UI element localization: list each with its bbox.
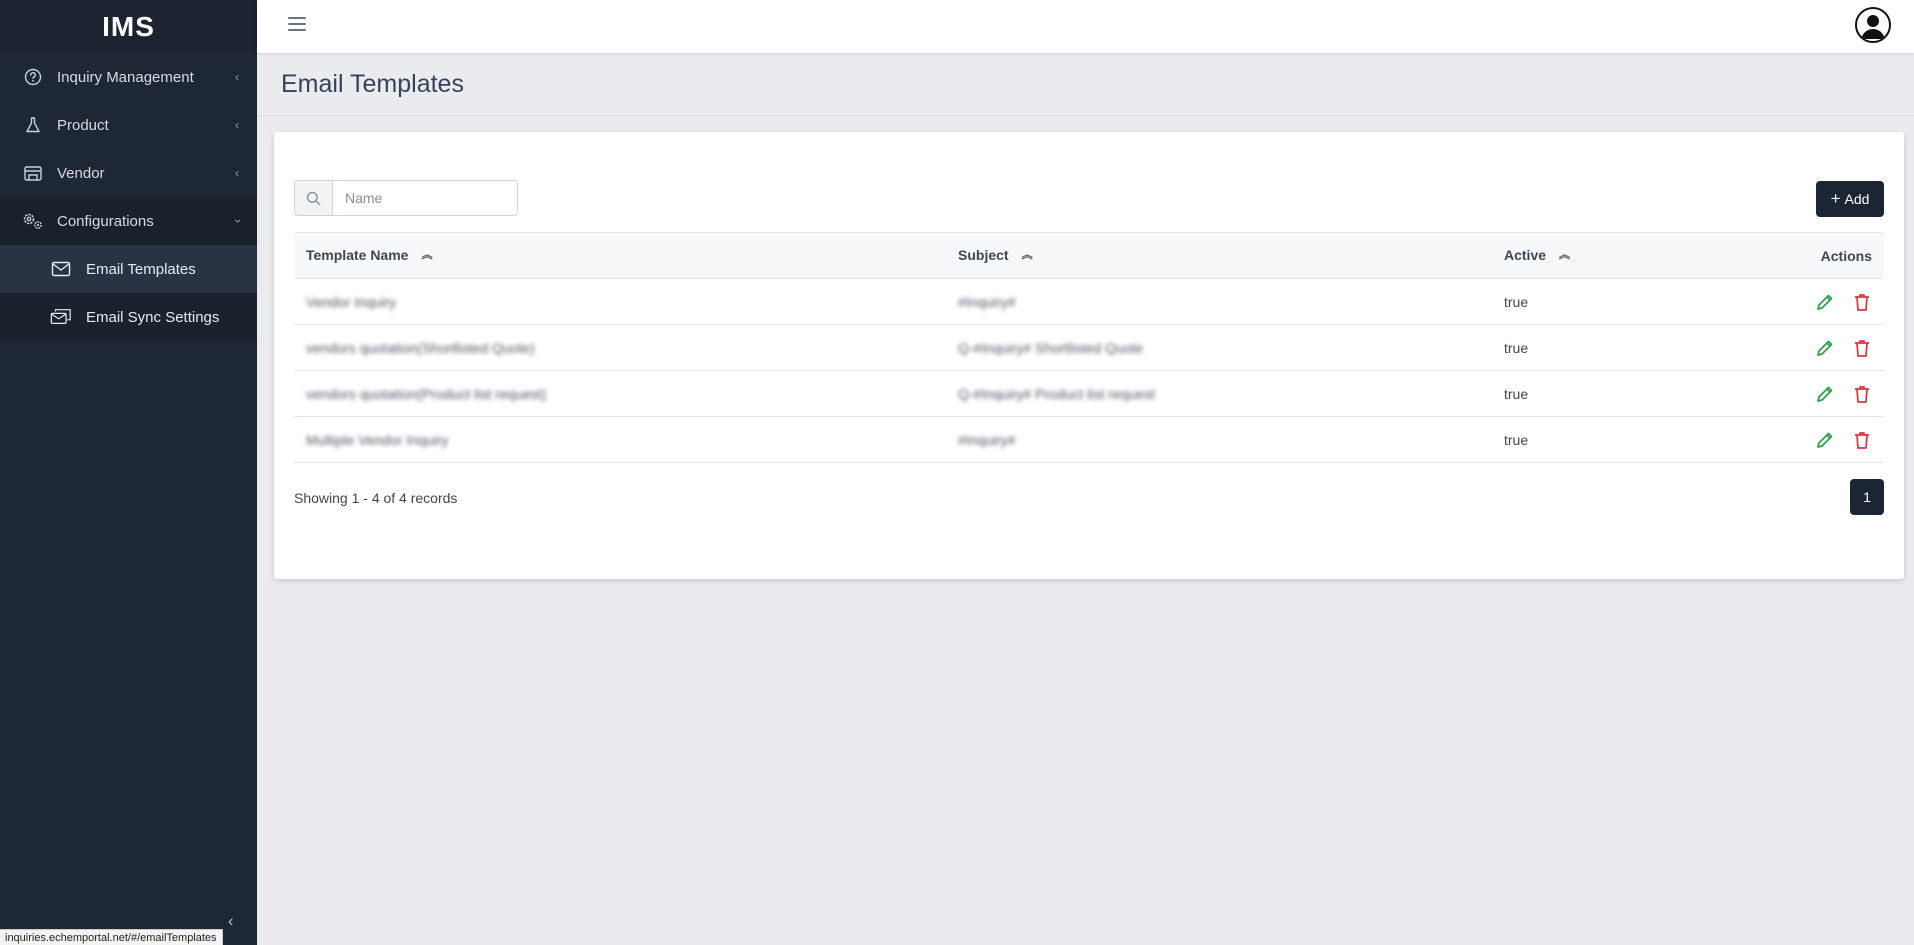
cell-subject: #Inquiry#: [958, 293, 1016, 310]
search-icon: [295, 181, 333, 215]
sidebar-item-label: Vendor: [57, 164, 105, 182]
add-button[interactable]: + Add: [1816, 181, 1884, 217]
search-input[interactable]: [333, 181, 513, 215]
cell-actions: [1742, 371, 1884, 417]
table-row: Multiple Vendor Inquiry #Inquiry# true: [294, 417, 1884, 463]
status-url: inquiries.echemportal.net/#/emailTemplat…: [0, 929, 223, 945]
edit-pencil-icon[interactable]: [1813, 336, 1837, 360]
cell-template-name: Vendor Inquiry: [306, 293, 397, 310]
sidebar-subitem-email-templates[interactable]: Email Templates: [0, 245, 257, 293]
delete-trash-icon[interactable]: [1850, 382, 1874, 406]
column-header-subject[interactable]: Subject ︽: [946, 233, 1492, 279]
column-header-template-name[interactable]: Template Name ︽: [294, 233, 946, 279]
cell-subject: Q-#Inquiry# Product list request: [958, 385, 1155, 402]
sort-icon[interactable]: ︽: [1559, 246, 1570, 262]
table-row: Vendor Inquiry #Inquiry# true: [294, 279, 1884, 325]
question-circle-icon: [22, 66, 44, 88]
cell-active: true: [1504, 293, 1529, 310]
chevron-down-icon: ‹: [230, 219, 244, 223]
table-row: vendors quotation(Shortlisted Quote) Q-#…: [294, 325, 1884, 371]
delete-trash-icon[interactable]: [1850, 336, 1874, 360]
cell-template-name: vendors quotation(Shortlisted Quote): [306, 339, 535, 356]
delete-trash-icon[interactable]: [1850, 290, 1874, 314]
templates-table: Template Name ︽ Subject ︽ Active ︽ Actions …: [294, 232, 1884, 463]
topbar: [257, 0, 1914, 53]
table-row: vendors quotation(Product list request) …: [294, 371, 1884, 417]
cell-actions: [1742, 417, 1884, 463]
table-header-row: Template Name ︽ Subject ︽ Active ︽ Actions: [294, 232, 1884, 279]
cell-subject: Q-#Inquiry# Shortlisted Quote: [958, 339, 1144, 356]
store-icon: [22, 162, 44, 184]
chevron-left-icon: ‹: [235, 166, 239, 180]
cell-subject: #Inquiry#: [958, 431, 1016, 448]
sidebar-item-label: Configurations: [57, 212, 154, 230]
divider: [257, 115, 1914, 116]
chevron-left-icon: ‹: [235, 70, 239, 84]
cell-actions: [1742, 325, 1884, 371]
records-count: Showing 1 - 4 of 4 records: [294, 490, 458, 506]
collapse-sidebar-icon[interactable]: ‹: [228, 913, 233, 931]
cell-active: true: [1504, 385, 1529, 402]
page-title: Email Templates: [281, 70, 464, 98]
sidebar-subitem-email-sync-settings[interactable]: Email Sync Settings: [0, 293, 257, 341]
cell-template-name: Multiple Vendor Inquiry: [306, 431, 449, 448]
brand-logo[interactable]: IMS: [0, 0, 257, 53]
sort-icon[interactable]: ︽: [421, 246, 432, 262]
cell-active: true: [1504, 431, 1529, 448]
edit-pencil-icon[interactable]: [1813, 428, 1837, 452]
plus-icon: +: [1830, 189, 1841, 208]
flask-icon: [22, 114, 44, 136]
sidebar-subitem-label: Email Templates: [86, 260, 196, 278]
column-header-actions: Actions: [1820, 247, 1872, 264]
sidebar: IMS Inquiry Management ‹ Product ‹ Vendo…: [0, 0, 257, 945]
sort-icon[interactable]: ︽: [1022, 246, 1033, 262]
cell-active: true: [1504, 339, 1529, 356]
search-box: [294, 180, 518, 216]
user-avatar-icon[interactable]: [1855, 7, 1891, 43]
sidebar-subitem-label: Email Sync Settings: [86, 308, 220, 326]
sidebar-item-label: Product: [57, 116, 109, 134]
delete-trash-icon[interactable]: [1850, 428, 1874, 452]
edit-pencil-icon[interactable]: [1813, 382, 1837, 406]
chevron-left-icon: ‹: [235, 118, 239, 132]
cell-actions: [1742, 279, 1884, 325]
pagination-page-1[interactable]: 1: [1850, 479, 1884, 515]
column-header-active[interactable]: Active ︽: [1492, 233, 1742, 279]
add-button-label: Add: [1844, 191, 1870, 207]
gears-icon: [22, 210, 44, 232]
sidebar-item-configurations[interactable]: Configurations ‹: [0, 197, 257, 245]
cell-template-name: vendors quotation(Product list request): [306, 385, 547, 402]
sidebar-item-label: Inquiry Management: [57, 68, 194, 86]
sidebar-item-inquiry-management[interactable]: Inquiry Management ‹: [0, 53, 257, 101]
sidebar-item-product[interactable]: Product ‹: [0, 101, 257, 149]
edit-pencil-icon[interactable]: [1813, 290, 1837, 314]
envelope-icon: [50, 258, 72, 280]
sidebar-item-vendor[interactable]: Vendor ‹: [0, 149, 257, 197]
templates-card: + Add Template Name︽ Subject︽ Active︽ Ac…: [274, 132, 1904, 579]
email-sync-icon: [50, 306, 72, 328]
hamburger-menu-icon[interactable]: [288, 17, 306, 31]
